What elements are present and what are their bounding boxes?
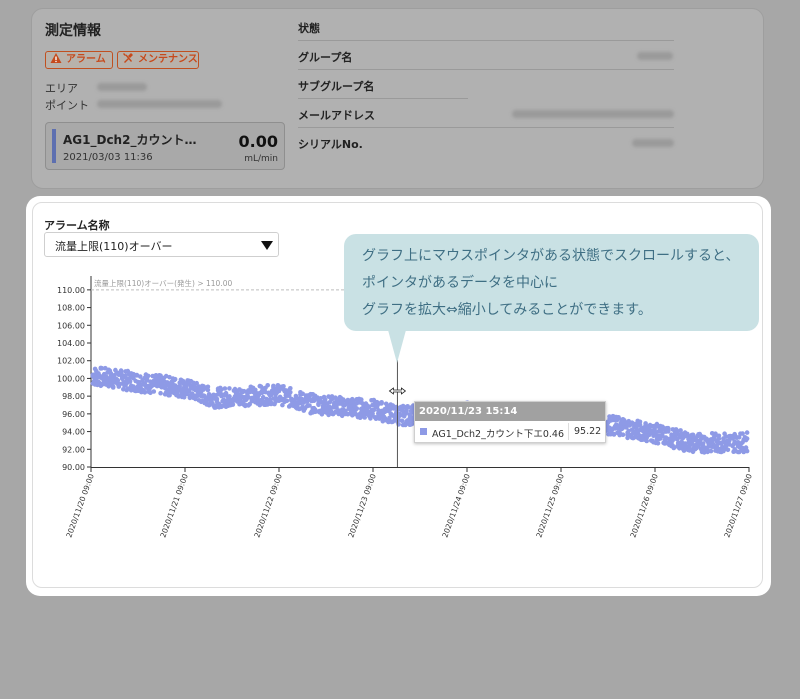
data-point (222, 386, 228, 391)
y-tick-label: 94.00 (62, 428, 85, 437)
data-point (151, 389, 157, 394)
chart-tooltip: 2020/11/23 15:14 AG1_Dch2_カウント下エ0.46 95.… (414, 401, 606, 443)
data-point (110, 385, 116, 390)
x-tick-label: 2020/11/21 09:00 (158, 472, 190, 538)
data-point (227, 386, 232, 391)
data-point (205, 387, 211, 393)
data-point (145, 373, 151, 379)
data-point (288, 390, 293, 395)
data-point (223, 390, 229, 396)
y-tick-label: 108.00 (57, 304, 85, 313)
help-callout: グラフ上にマウスポインタがある状態でスクロールすると、 ポインタがあるデータを中… (344, 234, 759, 331)
y-tick-label: 102.00 (57, 357, 85, 366)
callout-tail (388, 330, 406, 363)
x-tick-label: 2020/11/25 09:00 (534, 472, 566, 538)
tooltip-series-name: AG1_Dch2_カウント下エ0.46 (432, 429, 564, 440)
data-point (744, 436, 750, 441)
tooltip-value: 95.22 (574, 426, 602, 437)
x-tick-label: 2020/11/22 09:00 (252, 472, 284, 538)
data-point (700, 441, 706, 446)
data-point (665, 429, 671, 434)
callout-line-3: グラフを拡大⇔縮小してみることができます。 (362, 302, 652, 318)
y-tick-label: 90.00 (62, 463, 85, 472)
y-tick-label: 104.00 (57, 339, 85, 348)
x-tick-label: 2020/11/23 09:00 (346, 472, 378, 538)
threshold-label: 流量上限(110)オーバー(発生) > 110.00 (94, 278, 232, 288)
data-point (725, 447, 731, 453)
data-point (284, 398, 290, 404)
y-tick-label: 96.00 (62, 410, 85, 419)
data-point (655, 441, 661, 446)
data-point (354, 406, 360, 411)
x-tick-label: 2020/11/26 09:00 (628, 472, 660, 538)
data-point (230, 402, 236, 407)
data-point (127, 379, 133, 384)
x-tick-label: 2020/11/20 09:00 (64, 472, 96, 538)
tooltip-divider (568, 423, 569, 440)
y-tick-label: 98.00 (62, 392, 85, 401)
data-point (744, 430, 750, 435)
data-point (708, 448, 714, 454)
callout-line-2: ポインタがあるデータを中心に (362, 275, 558, 291)
x-tick-label: 2020/11/27 09:00 (722, 472, 754, 538)
x-tick-label: 2020/11/24 09:00 (440, 472, 472, 538)
data-point (620, 432, 626, 438)
y-tick-label: 92.00 (62, 445, 85, 454)
tooltip-title: 2020/11/23 15:14 (415, 402, 605, 421)
data-point (158, 390, 163, 396)
data-point (172, 376, 178, 382)
data-point (379, 400, 384, 405)
data-point (716, 436, 722, 442)
data-point (214, 396, 220, 402)
y-tick-label: 100.00 (57, 374, 85, 383)
data-point (744, 448, 750, 454)
data-point (265, 383, 271, 388)
y-tick-label: 106.00 (57, 321, 85, 330)
tooltip-series-swatch (420, 428, 427, 435)
callout-line-1: グラフ上にマウスポインタがある状態でスクロールすると、 (362, 248, 740, 264)
data-point (281, 384, 286, 389)
y-tick-label: 110.00 (57, 286, 85, 295)
data-point (288, 386, 293, 391)
